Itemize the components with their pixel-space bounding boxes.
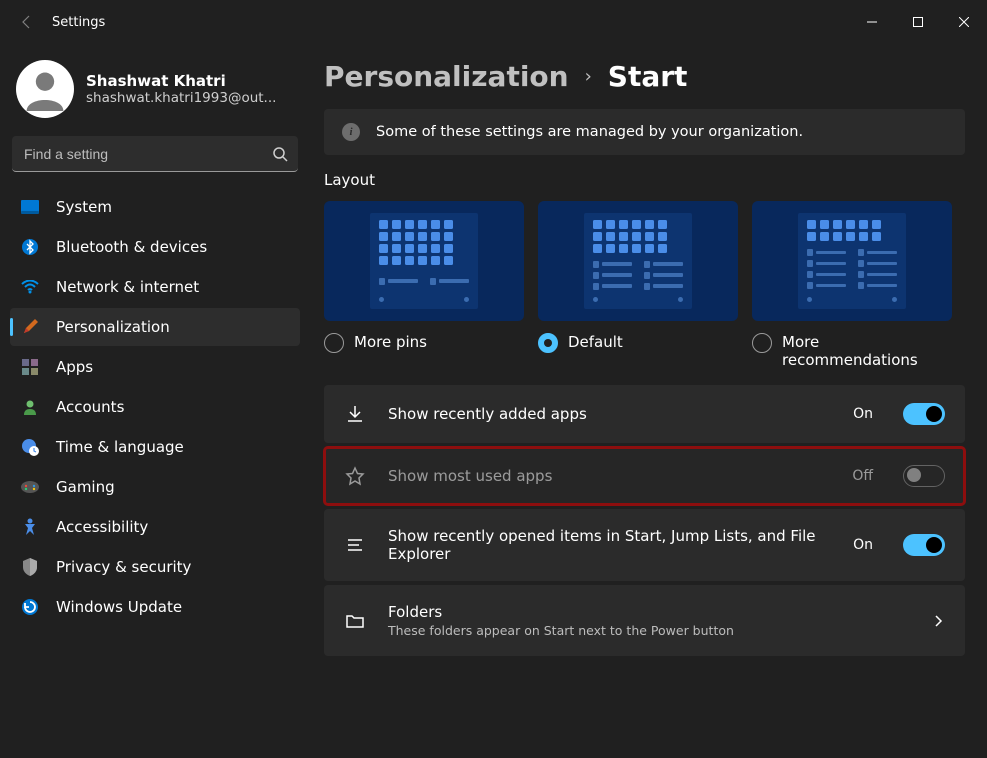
radio-label: Default <box>568 333 623 351</box>
sidebar-item-privacy[interactable]: Privacy & security <box>10 548 300 586</box>
system-icon <box>20 197 40 217</box>
sidebar-item-label: Gaming <box>56 478 115 496</box>
info-icon: i <box>342 123 360 141</box>
clock-globe-icon <box>20 437 40 457</box>
paintbrush-icon <box>20 317 40 337</box>
sidebar-item-gaming[interactable]: Gaming <box>10 468 300 506</box>
list-icon <box>344 534 366 556</box>
radio-more-recommendations[interactable] <box>752 333 772 353</box>
chevron-right-icon <box>931 614 945 628</box>
setting-state: Off <box>852 468 873 484</box>
search-icon <box>272 146 288 162</box>
sidebar-item-label: Network & internet <box>56 278 199 296</box>
radio-label: More recommendations <box>782 333 952 369</box>
setting-folders[interactable]: Folders These folders appear on Start ne… <box>324 585 965 656</box>
star-icon <box>344 465 366 487</box>
apps-icon <box>20 357 40 377</box>
download-icon <box>344 403 366 425</box>
window-title: Settings <box>52 15 105 30</box>
radio-more-pins[interactable] <box>324 333 344 353</box>
layout-option-more-recommendations[interactable] <box>752 201 952 321</box>
avatar <box>16 60 74 118</box>
back-button[interactable] <box>10 5 44 39</box>
setting-recent-items[interactable]: Show recently opened items in Start, Jum… <box>324 509 965 581</box>
user-profile[interactable]: Shashwat Khatri shashwat.khatri1993@out.… <box>10 52 300 136</box>
maximize-button[interactable] <box>895 6 941 38</box>
shield-icon <box>20 557 40 577</box>
sidebar-item-label: Accessibility <box>56 518 148 536</box>
breadcrumb-current: Start <box>608 60 688 93</box>
setting-most-used: Show most used apps Off <box>324 447 965 505</box>
layout-option-default[interactable] <box>538 201 738 321</box>
minimize-button[interactable] <box>849 6 895 38</box>
sidebar-item-bluetooth[interactable]: Bluetooth & devices <box>10 228 300 266</box>
setting-state: On <box>853 406 873 422</box>
person-icon <box>20 397 40 417</box>
user-email: shashwat.khatri1993@out... <box>86 90 276 106</box>
sidebar-item-label: Privacy & security <box>56 558 191 576</box>
radio-label: More pins <box>354 333 427 351</box>
layout-heading: Layout <box>324 171 965 189</box>
sidebar-item-accessibility[interactable]: Accessibility <box>10 508 300 546</box>
toggle-recently-added[interactable] <box>903 403 945 425</box>
search-input[interactable] <box>12 136 298 172</box>
sidebar-item-personalization[interactable]: Personalization <box>10 308 300 346</box>
setting-title: Folders <box>388 603 909 621</box>
wifi-icon <box>20 277 40 297</box>
setting-title: Show most used apps <box>388 467 830 485</box>
sidebar-item-system[interactable]: System <box>10 188 300 226</box>
sidebar-item-label: Accounts <box>56 398 124 416</box>
folder-icon <box>344 610 366 632</box>
sidebar-item-time-language[interactable]: Time & language <box>10 428 300 466</box>
setting-subtitle: These folders appear on Start next to th… <box>388 623 909 638</box>
setting-title: Show recently opened items in Start, Jum… <box>388 527 831 563</box>
sidebar-item-label: System <box>56 198 112 216</box>
bluetooth-icon <box>20 237 40 257</box>
toggle-most-used <box>903 465 945 487</box>
gamepad-icon <box>20 477 40 497</box>
sidebar-item-label: Time & language <box>56 438 184 456</box>
update-icon <box>20 597 40 617</box>
breadcrumb-parent[interactable]: Personalization <box>324 60 569 93</box>
setting-recently-added[interactable]: Show recently added apps On <box>324 385 965 443</box>
setting-title: Show recently added apps <box>388 405 831 423</box>
user-name: Shashwat Khatri <box>86 72 276 90</box>
setting-state: On <box>853 537 873 553</box>
sidebar-item-label: Apps <box>56 358 93 376</box>
accessibility-icon <box>20 517 40 537</box>
chevron-right-icon: › <box>585 66 592 87</box>
breadcrumb: Personalization › Start <box>324 60 965 93</box>
layout-option-more-pins[interactable] <box>324 201 524 321</box>
sidebar-item-network[interactable]: Network & internet <box>10 268 300 306</box>
sidebar-item-accounts[interactable]: Accounts <box>10 388 300 426</box>
sidebar-item-label: Bluetooth & devices <box>56 238 207 256</box>
banner-text: Some of these settings are managed by yo… <box>376 124 803 140</box>
search-box[interactable] <box>12 136 298 172</box>
sidebar-item-apps[interactable]: Apps <box>10 348 300 386</box>
org-management-banner: i Some of these settings are managed by … <box>324 109 965 155</box>
sidebar-item-label: Personalization <box>56 318 170 336</box>
toggle-recent-items[interactable] <box>903 534 945 556</box>
sidebar-item-label: Windows Update <box>56 598 182 616</box>
sidebar-item-windows-update[interactable]: Windows Update <box>10 588 300 626</box>
radio-default[interactable] <box>538 333 558 353</box>
close-button[interactable] <box>941 6 987 38</box>
